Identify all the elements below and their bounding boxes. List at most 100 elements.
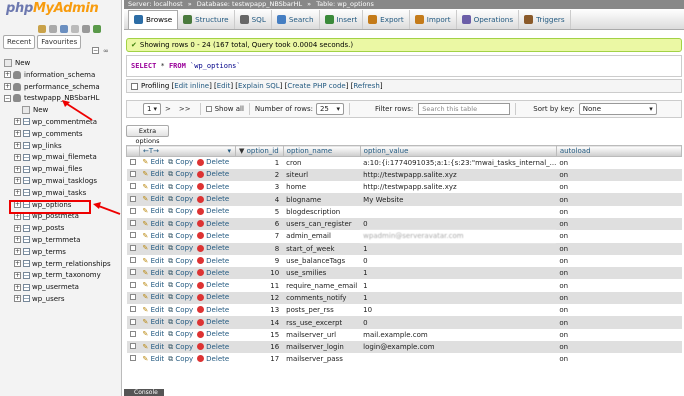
tree-table-item[interactable]: + wp_term_relationships (0, 259, 121, 271)
cell-option-id[interactable]: 11 (235, 279, 284, 292)
cell-option-id[interactable]: 10 (235, 267, 284, 280)
row-checkbox[interactable] (129, 293, 136, 300)
table-row[interactable]: ✎ Edit ⧉ Copy Delete 2 siteurl http://testwpa… (126, 168, 682, 182)
edit-row-button[interactable]: ✎ Edit (143, 293, 165, 301)
delete-row-button[interactable]: Delete (197, 207, 229, 215)
edit-row-button[interactable]: ✎ Edit (143, 330, 165, 338)
expand-icon[interactable]: + (14, 236, 21, 244)
cell-option-name[interactable]: admin_email (283, 230, 361, 243)
expand-icon[interactable]: + (14, 248, 21, 256)
refresh-link[interactable]: Refresh (353, 82, 379, 90)
copy-row-button[interactable]: ⧉ Copy (168, 306, 193, 314)
cell-option-value[interactable]: 0 (360, 316, 557, 329)
row-checkbox[interactable] (129, 355, 136, 362)
edit-row-button[interactable]: ✎ Edit (143, 183, 165, 191)
cell-autoload[interactable]: on (556, 340, 682, 354)
delete-row-button[interactable]: Delete (197, 306, 229, 314)
edit-row-button[interactable]: ✎ Edit (143, 195, 165, 203)
logout-icon[interactable] (49, 25, 57, 33)
edit-row-button[interactable]: ✎ Edit (143, 318, 165, 326)
expand-icon[interactable]: + (14, 260, 21, 268)
row-checkbox[interactable] (129, 257, 136, 264)
copy-row-button[interactable]: ⧉ Copy (168, 170, 193, 178)
table-row[interactable]: ✎ Edit ⧉ Copy Delete 13 posts_per_rss 10 on (126, 304, 682, 317)
tab-browse[interactable]: Browse (128, 9, 179, 29)
cell-option-id[interactable]: 3 (235, 181, 284, 194)
copy-row-button[interactable]: ⧉ Copy (168, 355, 193, 363)
delete-row-button[interactable]: Delete (197, 244, 229, 252)
cell-option-value[interactable]: 10 (360, 304, 557, 317)
edit-row-button[interactable]: ✎ Edit (143, 281, 165, 289)
cell-autoload[interactable]: on (556, 193, 682, 206)
delete-row-button[interactable]: Delete (197, 170, 229, 178)
tab-operations[interactable]: Operations (457, 9, 520, 29)
cell-option-name[interactable]: use_balanceTags (283, 254, 361, 268)
cell-option-value[interactable]: http://testwpapp.salite.xyz (360, 168, 557, 182)
cell-autoload[interactable]: on (556, 267, 682, 280)
cell-option-id[interactable]: 8 (235, 242, 284, 255)
cell-option-value[interactable]: My Website (360, 193, 557, 206)
cell-option-id[interactable]: 14 (235, 316, 284, 329)
cell-autoload[interactable]: on (556, 168, 682, 182)
edit-row-button[interactable]: ✎ Edit (143, 207, 165, 215)
profiling-checkbox[interactable] (131, 82, 138, 90)
cell-option-name[interactable]: blogname (283, 193, 361, 206)
col-option-value[interactable]: option_value (359, 145, 557, 157)
expand-icon[interactable]: + (14, 165, 21, 173)
delete-row-button[interactable]: Delete (197, 195, 229, 203)
edit-row-button[interactable]: ✎ Edit (143, 269, 165, 277)
edit-row-button[interactable]: ✎ Edit (143, 220, 165, 228)
expand-icon[interactable]: + (14, 118, 21, 126)
cell-option-id[interactable]: 5 (235, 205, 284, 218)
edit-row-button[interactable]: ✎ Edit (143, 244, 165, 252)
cell-option-value[interactable]: 1 (360, 291, 557, 305)
row-checkbox[interactable] (129, 330, 136, 337)
delete-row-button[interactable]: Delete (197, 232, 229, 240)
cell-option-name[interactable]: mailserver_pass (283, 353, 361, 366)
collapse-icon[interactable]: − (4, 94, 11, 102)
page-select[interactable]: 1 ▾ (143, 103, 161, 115)
tab-import[interactable]: Import (410, 9, 457, 29)
tree-table-item[interactable]: + wp_mwai_tasklogs (0, 176, 121, 188)
cell-option-name[interactable]: users_can_register (283, 217, 361, 231)
table-row[interactable]: ✎ Edit ⧉ Copy Delete 15 mailserver_url mail.e… (126, 328, 682, 341)
edit-row-button[interactable]: ✎ Edit (143, 232, 165, 240)
collapse-all-icon[interactable]: − (92, 47, 99, 54)
tree-table-item[interactable]: + wp_mwai_tasks (0, 188, 121, 200)
edit-row-button[interactable]: ✎ Edit (143, 306, 165, 314)
cell-autoload[interactable]: on (556, 353, 682, 366)
table-row[interactable]: ✎ Edit ⧉ Copy Delete 6 users_can_register 0 on (126, 217, 682, 231)
table-row[interactable]: ✎ Edit ⧉ Copy Delete 4 blogname My Website on (126, 193, 682, 206)
cell-option-value[interactable]: login@example.com (360, 340, 557, 354)
col-option-name[interactable]: option_name (282, 145, 361, 157)
next-page-button[interactable]: > (165, 105, 171, 113)
table-row[interactable]: ✎ Edit ⧉ Copy Delete 3 home http://testwpapp.… (126, 181, 682, 194)
copy-row-button[interactable]: ⧉ Copy (168, 281, 193, 289)
row-checkbox[interactable] (129, 269, 136, 276)
copy-row-button[interactable]: ⧉ Copy (168, 257, 193, 265)
cell-option-value[interactable]: 1 (360, 267, 557, 280)
cell-option-id[interactable]: 12 (235, 291, 284, 305)
cell-option-name[interactable]: start_of_week (283, 242, 361, 255)
extra-options-button[interactable]: Extra options (126, 125, 169, 145)
cell-autoload[interactable]: on (556, 156, 682, 169)
expand-icon[interactable]: + (14, 283, 21, 291)
table-row[interactable]: ✎ Edit ⧉ Copy Delete 16 mailserver_login logi… (126, 340, 682, 354)
delete-row-button[interactable]: Delete (197, 281, 229, 289)
cell-option-value[interactable]: 0 (360, 217, 557, 231)
row-checkbox[interactable] (129, 220, 136, 227)
tree-table-item[interactable]: + wp_term_taxonomy (0, 270, 121, 282)
cell-autoload[interactable]: on (556, 291, 682, 305)
cell-option-value[interactable]: 0 (360, 254, 557, 268)
cell-option-value[interactable]: mail.example.com (360, 328, 557, 341)
tree-table-item[interactable]: + wp_users (0, 294, 121, 306)
table-row[interactable]: ✎ Edit ⧉ Copy Delete 8 start_of_week 1 on (126, 242, 682, 255)
table-row[interactable]: ✎ Edit ⧉ Copy Delete 12 comments_notify 1 on (126, 291, 682, 305)
tab-export[interactable]: Export (363, 9, 410, 29)
table-row[interactable]: ✎ Edit ⧉ Copy Delete 14 rss_use_excerpt 0 on (126, 316, 682, 329)
edit-inline-link[interactable]: Edit inline (174, 82, 209, 90)
last-page-button[interactable]: >> (179, 105, 191, 113)
cell-option-name[interactable]: rss_use_excerpt (283, 316, 361, 329)
edit-row-button[interactable]: ✎ Edit (143, 355, 165, 363)
tree-table-item[interactable]: + wp_terms (0, 247, 121, 259)
